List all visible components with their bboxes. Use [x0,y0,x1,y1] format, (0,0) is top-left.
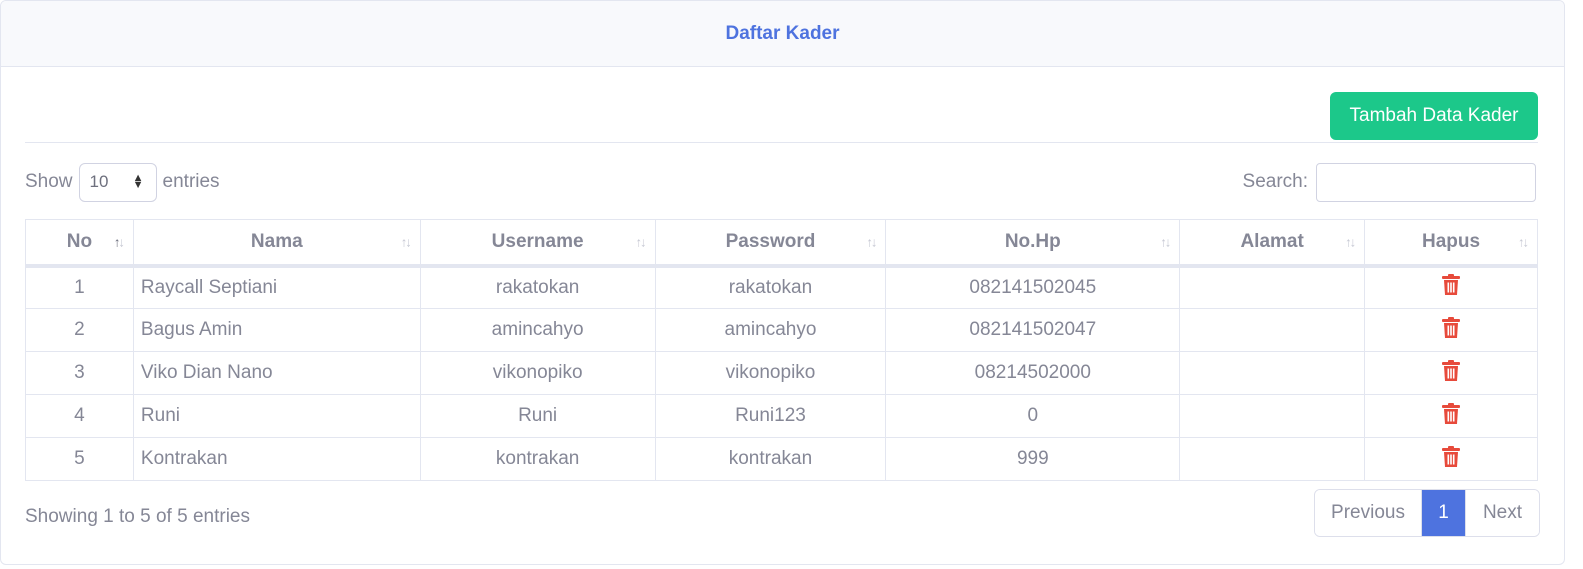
add-kader-button[interactable]: Tambah Data Kader [1330,92,1538,140]
cell-no: 4 [25,394,134,438]
cell-nama: Raycall Septiani [132,265,421,309]
pagination: Previous 1 Next [1314,489,1540,537]
cell-username: Runi [419,394,656,438]
column-header-alamat[interactable]: Alamat ↑↓ [1179,219,1366,268]
column-header-hapus[interactable]: Hapus ↑↓ [1364,219,1538,268]
cell-alamat [1179,265,1366,309]
column-header-nohp[interactable]: No.Hp ↑↓ [885,219,1181,268]
cell-username: amincahyo [419,308,656,352]
previous-page-button[interactable]: Previous [1315,490,1422,536]
table-header-row: No ↑↓ Nama ↑↓ Username ↑↓ Password ↑↓ No.Hp ↑… [25,219,1538,268]
cell-hp: 0 [885,394,1181,438]
sort-icon: ↑↓ [866,234,877,250]
cell-username: vikonopiko [419,351,656,395]
column-header-username[interactable]: Username ↑↓ [419,219,656,268]
sort-icon: ↑↓ [113,234,125,250]
table-row: 5 Kontrakan kontrakan kontrakan 999 [25,437,1538,481]
trash-icon[interactable] [1442,402,1461,430]
cell-alamat [1179,308,1366,352]
cell-nama: Bagus Amin [132,308,421,352]
cell-username: kontrakan [419,437,656,481]
table-row: 4 Runi Runi Runi123 0 [25,394,1538,438]
trash-icon[interactable] [1442,316,1461,344]
entries-select-value: 10 [89,172,109,191]
column-header-password[interactable]: Password ↑↓ [654,219,887,268]
search-input[interactable] [1316,162,1536,202]
table-row: 3 Viko Dian Nano vikonopiko vikonopiko 0… [25,351,1538,395]
cell-password: amincahyo [654,308,887,352]
card-header: Daftar Kader [1,1,1564,67]
entries-select[interactable]: 10 ▲ ▼ [78,162,157,202]
cell-username: rakatokan [419,265,656,309]
column-header-no[interactable]: No ↑↓ [25,219,134,268]
cell-password: vikonopiko [654,351,887,395]
cell-hapus [1364,394,1538,438]
cell-hp: 082141502045 [885,265,1181,309]
search-control: Search: [1243,162,1536,202]
sort-icon: ↑↓ [1518,234,1529,250]
cell-no: 1 [25,265,134,309]
cell-password: kontrakan [654,437,887,481]
cell-hp: 08214502000 [885,351,1181,395]
cell-no: 3 [25,351,134,395]
divider [25,142,1538,143]
trash-icon[interactable] [1442,359,1461,387]
sort-icon: ↑↓ [635,234,647,250]
entries-label: entries [162,171,220,192]
column-header-nama[interactable]: Nama ↑↓ [132,219,421,268]
cell-hapus [1364,437,1538,481]
kader-table: No ↑↓ Nama ↑↓ Username ↑↓ Password ↑↓ No.Hp ↑… [25,219,1538,481]
length-control: Show 10 ▲ ▼ entries [25,162,220,202]
sort-icon: ↑↓ [1160,234,1171,250]
cell-alamat [1179,437,1366,481]
cell-hp: 999 [885,437,1181,481]
cell-hapus [1364,308,1538,352]
cell-no: 2 [25,308,134,352]
cell-hp: 082141502047 [885,308,1181,352]
show-label: Show [25,171,73,192]
cell-password: rakatokan [654,265,887,309]
sort-icon: ↑↓ [400,234,412,250]
search-label: Search: [1242,171,1308,192]
table-row: 2 Bagus Amin amincahyo amincahyo 0821415… [25,308,1538,352]
page-title: Daftar Kader [725,22,840,44]
cell-hapus [1364,265,1538,309]
cell-nama: Runi [132,394,421,438]
cell-nama: Viko Dian Nano [132,351,421,395]
page-1-button[interactable]: 1 [1422,490,1465,536]
cell-nama: Kontrakan [132,437,421,481]
kader-card: Daftar Kader Tambah Data Kader Show 10 ▲… [0,0,1565,565]
table-info: Showing 1 to 5 of 5 entries [25,506,250,527]
cell-password: Runi123 [654,394,887,438]
cell-hapus [1364,351,1538,395]
updown-icon: ▲ ▼ [132,172,144,191]
trash-icon[interactable] [1442,445,1461,473]
cell-alamat [1179,394,1366,438]
table-row: 1 Raycall Septiani rakatokan rakatokan 0… [25,265,1538,309]
sort-icon: ↑↓ [1345,234,1356,250]
trash-icon[interactable] [1442,274,1461,301]
next-page-button[interactable]: Next [1465,490,1539,536]
cell-no: 5 [25,437,134,481]
cell-alamat [1179,351,1366,395]
